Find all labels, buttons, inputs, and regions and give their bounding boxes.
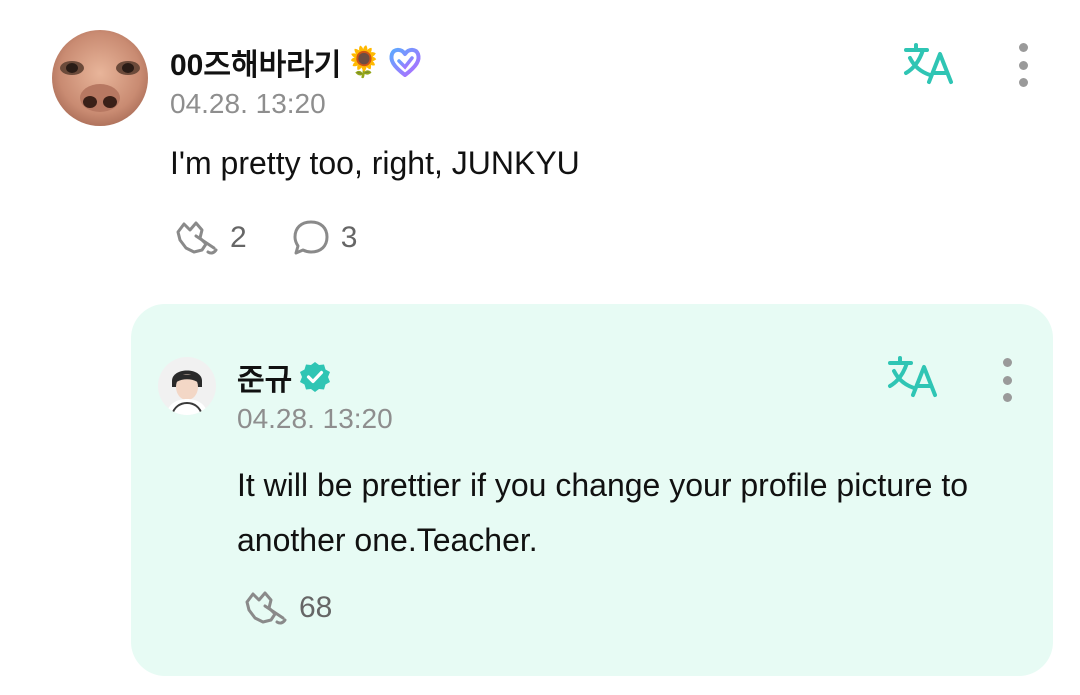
sunflower-emoji: 🌻 <box>345 45 383 79</box>
more-vertical-icon <box>1018 43 1028 52</box>
reply-translate-button[interactable] <box>887 355 941 399</box>
heart-outline-badge-icon <box>387 45 423 79</box>
reply-timestamp: 04.28. 13:20 <box>237 403 393 434</box>
reply-author-name[interactable]: 준규 <box>237 355 332 399</box>
comment-reply-button[interactable]: 3 <box>291 218 358 258</box>
reply-author-avatar[interactable] <box>158 357 216 415</box>
translate-icon <box>903 43 957 90</box>
comment-reply-count: 3 <box>340 221 358 254</box>
comment-author-name-text[interactable]: 00즈해바라기 <box>170 40 341 84</box>
comment-more-button[interactable] <box>1017 43 1029 87</box>
reply-author-name-text[interactable]: 준규 <box>237 355 292 399</box>
reply-more-button[interactable] <box>1001 358 1013 402</box>
comment-author-name[interactable]: 00즈해바라기 🌻 <box>170 40 423 84</box>
verified-check-icon <box>298 360 332 394</box>
comment-like-button[interactable]: 2 <box>172 218 247 258</box>
more-vertical-icon <box>1002 358 1012 367</box>
comment-translate-button[interactable] <box>903 42 957 86</box>
cheer-hand-icon <box>241 588 289 628</box>
comment-author-avatar[interactable] <box>52 30 148 126</box>
reply-like-button[interactable]: 68 <box>241 588 332 628</box>
speech-bubble-icon <box>291 218 331 258</box>
comment-actions: 2 3 <box>172 218 357 258</box>
reply-like-count: 68 <box>299 591 333 624</box>
reply-actions: 68 <box>241 588 332 628</box>
comment-timestamp: 04.28. 13:20 <box>170 88 326 119</box>
reply-text: It will be prettier if you change your p… <box>237 467 969 558</box>
cheer-hand-icon <box>172 218 220 258</box>
comment-like-count: 2 <box>230 221 247 254</box>
comment-text: I'm pretty too, right, JUNKYU <box>170 145 580 181</box>
translate-icon <box>887 356 941 403</box>
